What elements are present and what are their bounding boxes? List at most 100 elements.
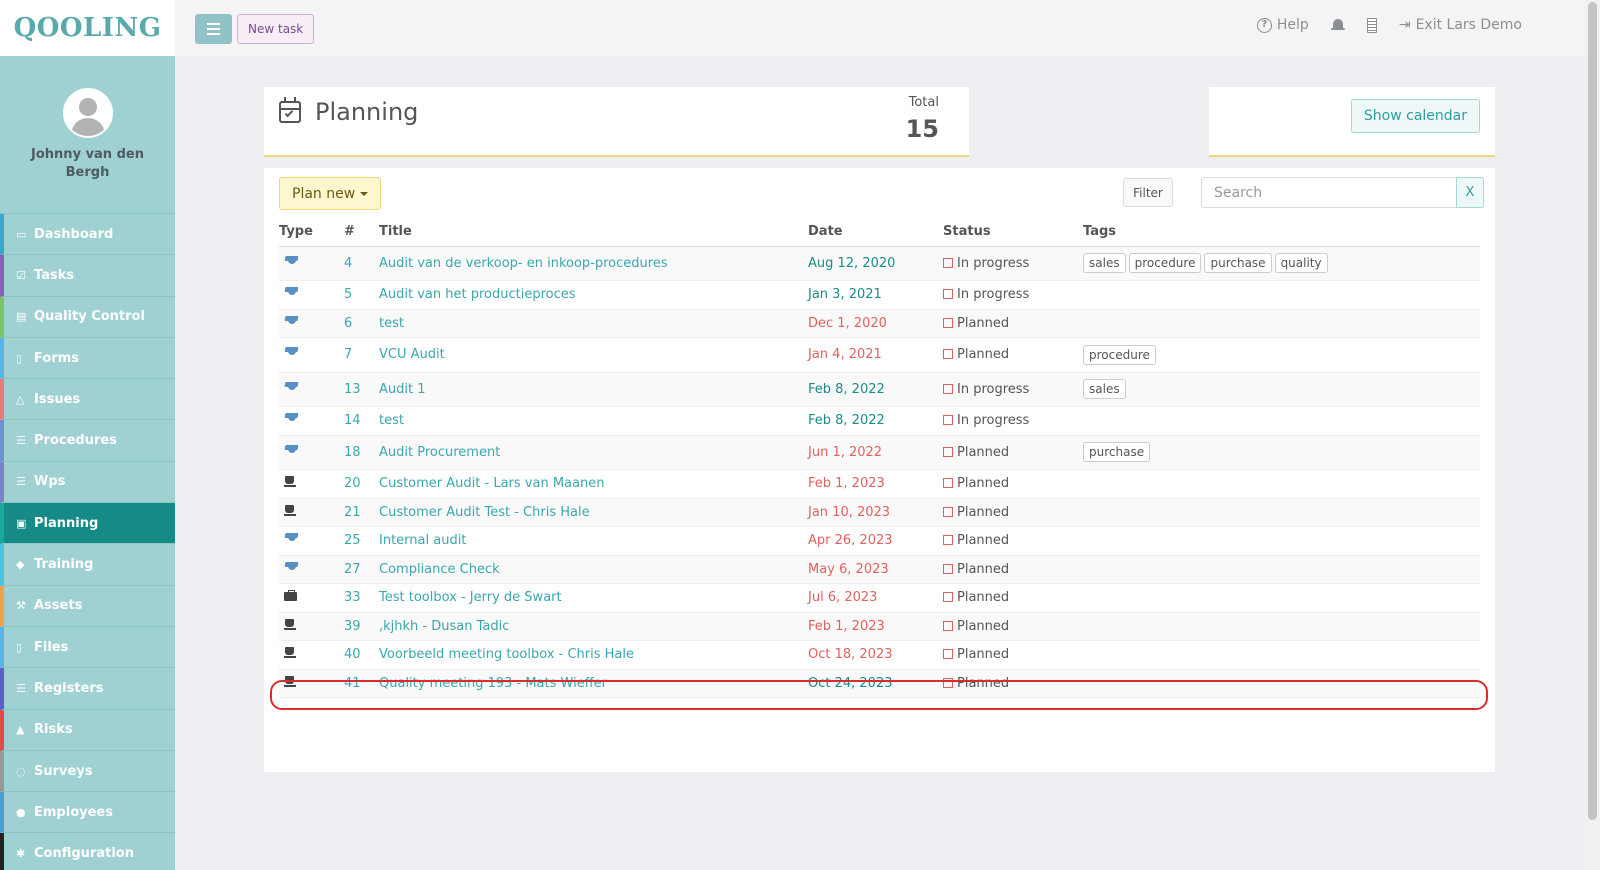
sidebar-item-employees[interactable]: ● Employees [0,792,175,834]
column-header-date[interactable]: Date [808,218,943,247]
show-calendar-button[interactable]: Show calendar [1350,99,1480,133]
cell-date: Feb 8, 2022 [808,406,943,436]
task-title-link[interactable]: test [379,413,404,428]
table-row[interactable]: 6 test Dec 1, 2020 Planned [279,309,1480,338]
cell-date: Aug 12, 2020 [808,246,943,281]
column-header-status[interactable]: Status [943,218,1083,247]
tag-badge[interactable]: purchase [1083,442,1151,463]
sidebar-item-forms[interactable]: ▯ Forms [0,337,175,380]
sidebar-item-wps[interactable]: ☰ Wps [0,461,175,504]
sidebar-item-dashboard[interactable]: ▭ Dashboard [0,214,175,256]
column-header-title[interactable]: Title [379,218,808,247]
table-row[interactable]: 13 Audit 1 Feb 8, 2022 In progress sales [279,372,1480,407]
tag-badge[interactable]: procedure [1083,344,1156,365]
plan-new-dropdown[interactable]: Plan new [279,177,382,210]
table-row[interactable]: 39 ,kjhkh - Dusan Tadic Feb 1, 2023 Planned [279,612,1480,641]
status-square-icon [943,289,953,300]
help-link[interactable]: ? Help [1256,17,1309,33]
graduation-cap-icon [284,562,300,573]
task-title-link[interactable]: Compliance Check [379,562,500,577]
task-title-link[interactable]: VCU Audit [379,347,445,362]
tag-badge[interactable]: procedure [1128,253,1202,274]
task-title-link[interactable]: Voorbeeld meeting toolbox - Chris Hale [379,647,634,662]
table-row[interactable]: 18 Audit Procurement Jun 1, 2022 Planned pur… [279,435,1480,470]
table-row[interactable]: 20 Customer Audit - Lars van Maanen Feb 1,… [279,469,1480,499]
cell-title: Audit van de verkoop- en inkoop-procedur… [379,246,808,281]
filter-button[interactable]: Filter [1123,178,1173,207]
table-row[interactable]: 4 Audit van de verkoop- en inkoop-procedu… [279,246,1480,281]
sidebar-item-registers[interactable]: ☰ Registers [0,668,175,710]
help-label: Help [1276,17,1309,33]
table-row[interactable]: 21 Customer Audit Test - Chris Hale Jan 10… [279,498,1480,527]
column-header-type[interactable]: Type [279,218,344,247]
cell-title: test [379,406,808,436]
scrollbar-thumb[interactable] [1588,2,1597,820]
table-row[interactable]: 5 Audit van het productieproces Jan 3, 202… [279,280,1480,310]
sidebar-item-procedures[interactable]: ☰ Procedures [0,420,175,462]
hamburger-icon [207,23,220,25]
checkbox-icon: ☑ [16,268,26,282]
task-title-link[interactable]: Audit van het productieproces [379,287,576,302]
coffee-cup-icon [284,476,298,488]
tag-badge[interactable]: quality [1274,253,1328,274]
cell-date: Oct 24, 2023 [808,669,943,698]
sidebar-item-label: Surveys [34,763,93,779]
table-row[interactable]: 7 VCU Audit Jan 4, 2021 Planned procedure [279,337,1480,373]
column-header-number[interactable]: # [344,218,379,247]
tag-badge[interactable]: sales [1083,379,1126,400]
cell-tags: procedure [1083,337,1480,373]
coffee-cup-icon [284,504,298,516]
cell-status: In progress [943,372,1083,407]
task-title-link[interactable]: test [379,316,404,331]
column-header-tags[interactable]: Tags [1083,218,1480,247]
task-title-link[interactable]: Customer Audit - Lars van Maanen [379,476,604,491]
table-row[interactable]: 25 Internal audit Apr 26, 2023 Planned [279,526,1480,556]
sidebar-item-configuration[interactable]: ✱ Configuration [0,833,175,870]
bell-icon [1330,18,1345,33]
cell-title: ,kjhkh - Dusan Tadic [379,612,808,641]
cell-tags: sales procedure purchase quality [1083,246,1480,281]
task-title-link[interactable]: Customer Audit Test - Chris Hale [379,505,590,520]
table-row[interactable]: 41 Quality meeting 193 - Mats Wieffer Oct … [279,669,1480,698]
tag-badge[interactable]: purchase [1204,253,1272,274]
sidebar-item-quality-control[interactable]: ▤ Quality Control [0,296,175,338]
exit-demo-link[interactable]: ⇥ Exit Lars Demo [1399,17,1522,33]
table-row[interactable]: 27 Compliance Check May 6, 2023 Planned [279,555,1480,584]
sidebar-item-assets[interactable]: ⚒ Assets [0,585,175,627]
cell-title: Quality meeting 193 - Mats Wieffer [379,669,808,698]
status-label: Planned [957,647,1010,663]
cell-type [279,406,344,436]
sidebar-item-planning[interactable]: ▣ Planning [0,503,175,545]
task-title-link[interactable]: Test toolbox - Jerry de Swart [379,590,562,605]
status-square-icon [943,383,953,394]
page-scrollbar[interactable] [1585,0,1600,870]
sidebar-item-risks[interactable]: ▲ Risks [0,709,175,751]
table-row[interactable]: 40 Voorbeeld meeting toolbox - Chris Hale… [279,640,1480,670]
notifications-button[interactable] [1330,18,1345,33]
cell-number: 21 [344,498,379,527]
search-input[interactable] [1201,177,1456,208]
table-row[interactable]: 14 test Feb 8, 2022 In progress [279,406,1480,436]
new-task-button[interactable]: New task [237,14,315,44]
task-title-link[interactable]: Quality meeting 193 - Mats Wieffer [379,676,607,691]
table-row[interactable]: 33 Test toolbox - Jerry de Swart Jul 6, 20… [279,583,1480,613]
sidebar-item-issues[interactable]: △ Issues [0,379,175,421]
app-logo[interactable]: QOOLING [0,0,175,56]
avatar[interactable] [62,88,113,138]
status-label: Planned [957,618,1010,634]
organization-button[interactable] [1366,17,1377,33]
sidebar-item-tasks[interactable]: ☑ Tasks [0,255,175,297]
calendar-check-icon [279,97,301,123]
menu-toggle-button[interactable] [195,14,232,44]
task-title-link[interactable]: Internal audit [379,533,466,548]
sidebar-item-files[interactable]: ▯ Files [0,626,175,669]
sidebar-item-label: Risks [34,722,73,738]
tag-badge[interactable]: sales [1083,253,1126,274]
task-title-link[interactable]: Audit 1 [379,382,426,397]
sidebar-item-surveys[interactable]: ◌ Surveys [0,750,175,793]
clear-search-button[interactable]: X [1456,177,1484,208]
sidebar-item-training[interactable]: ◆ Training [0,544,175,586]
task-title-link[interactable]: Audit Procurement [379,445,500,460]
task-title-link[interactable]: ,kjhkh - Dusan Tadic [379,619,509,634]
task-title-link[interactable]: Audit van de verkoop- en inkoop-procedur… [379,256,668,271]
